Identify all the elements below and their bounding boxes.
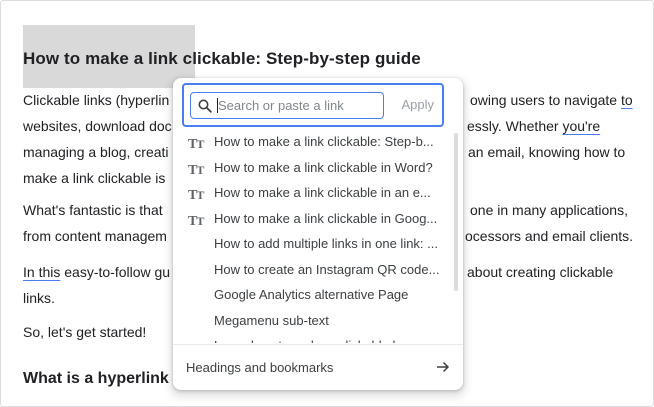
- paragraph-2[interactable]: What's fantastic is that from content ma…: [23, 197, 167, 249]
- suggestion-item[interactable]: How to add multiple links in one link: .…: [173, 231, 456, 257]
- suggestion-label: How to make a link clickable in Word?: [214, 159, 433, 175]
- text-line: from content managem: [23, 228, 167, 244]
- heading-icon: TT: [188, 137, 204, 152]
- text-line: websites, download doc: [23, 118, 172, 134]
- heading-icon: TT: [188, 213, 204, 229]
- suggestion-item[interactable]: TT How to make a link clickable: Step-b..…: [173, 129, 456, 155]
- search-field[interactable]: [190, 92, 384, 119]
- suggestion-label: How to make a link clickable: Step-b...: [214, 134, 434, 149]
- text-line: What's fantastic is that: [23, 202, 163, 218]
- search-row: Apply: [182, 83, 444, 127]
- headings-and-bookmarks-button[interactable]: Headings and bookmarks: [173, 345, 463, 390]
- suggestion-label: How to make a link clickable in an e...: [214, 185, 431, 200]
- page-title[interactable]: How to make a link clickable: Step-by-st…: [23, 49, 421, 69]
- text-fragment: essly. Whether you're: [467, 118, 601, 134]
- text-fragment: an email, knowing how to: [468, 144, 626, 160]
- suggestion-label: Megamenu sub-text: [214, 312, 329, 328]
- paragraph-1[interactable]: Clickable links (hyperlin websites, down…: [23, 87, 172, 191]
- arrow-right-icon: [437, 361, 450, 373]
- search-input[interactable]: [218, 96, 378, 115]
- suggestion-item[interactable]: TT How to make a link clickable in an e..…: [173, 180, 456, 206]
- heading-icon: TT: [188, 188, 204, 203]
- suggestion-item[interactable]: How to create an Instagram QR code...: [173, 257, 456, 283]
- hyperlink[interactable]: to: [621, 92, 633, 108]
- text-fragment: owing users to navigate to: [470, 92, 633, 108]
- google-doc-icon: [188, 288, 202, 302]
- section-heading[interactable]: What is a hyperlink: [23, 370, 169, 388]
- text-line: Clickable links (hyperlin: [23, 92, 170, 108]
- suggestion-label: Google Analytics alternative Page: [214, 287, 409, 302]
- suggestion-item[interactable]: TT How to make a link clickable in Word?: [173, 155, 456, 181]
- search-icon: [198, 99, 212, 113]
- suggestion-item[interactable]: TT How to make a link clickable in Goog..…: [173, 206, 456, 232]
- text-line: make a link clickable is: [23, 170, 166, 186]
- document-canvas: How to make a link clickable: Step-by-st…: [0, 0, 654, 407]
- google-doc-icon: [188, 263, 202, 277]
- heading-icon: TT: [188, 162, 204, 178]
- text-line: managing a blog, creati: [23, 144, 169, 160]
- apply-button[interactable]: Apply: [397, 95, 438, 114]
- text-fragment: one in many applications,: [470, 202, 628, 218]
- suggestion-item[interactable]: Google Analytics alternative Page: [173, 282, 456, 308]
- suggestion-list: TT How to make a link clickable: Step-b..…: [173, 129, 456, 343]
- scrollbar[interactable]: [454, 133, 458, 291]
- text-fragment: ocessors and email clients.: [465, 228, 634, 244]
- google-doc-icon: [188, 339, 202, 343]
- google-doc-icon: [188, 314, 202, 328]
- hyperlink[interactable]: In this: [23, 264, 60, 280]
- paragraph-3[interactable]: In this easy-to-follow gu links.: [23, 259, 170, 311]
- suggestion-label: How to create an Instagram QR code...: [214, 261, 440, 277]
- text-fragment: about creating clickable: [467, 264, 614, 280]
- suggestion-label: Learn how to make a clickable hyper...: [214, 338, 435, 343]
- text-line: links.: [23, 290, 55, 306]
- suggestion-item[interactable]: Megamenu sub-text: [173, 308, 456, 334]
- suggestion-item[interactable]: Learn how to make a clickable hyper...: [173, 333, 456, 343]
- insert-link-popup: Apply TT How to make a link clickable: St…: [173, 78, 463, 390]
- footer-label: Headings and bookmarks: [186, 360, 334, 375]
- suggestion-label: How to add multiple links in one link: .…: [214, 236, 438, 251]
- hyperlink[interactable]: you're: [562, 118, 600, 134]
- google-doc-icon: [188, 237, 202, 251]
- suggestion-label: How to make a link clickable in Goog...: [214, 210, 438, 226]
- text-line: easy-to-follow gu: [60, 264, 171, 280]
- paragraph-4[interactable]: So, let's get started!: [23, 319, 146, 345]
